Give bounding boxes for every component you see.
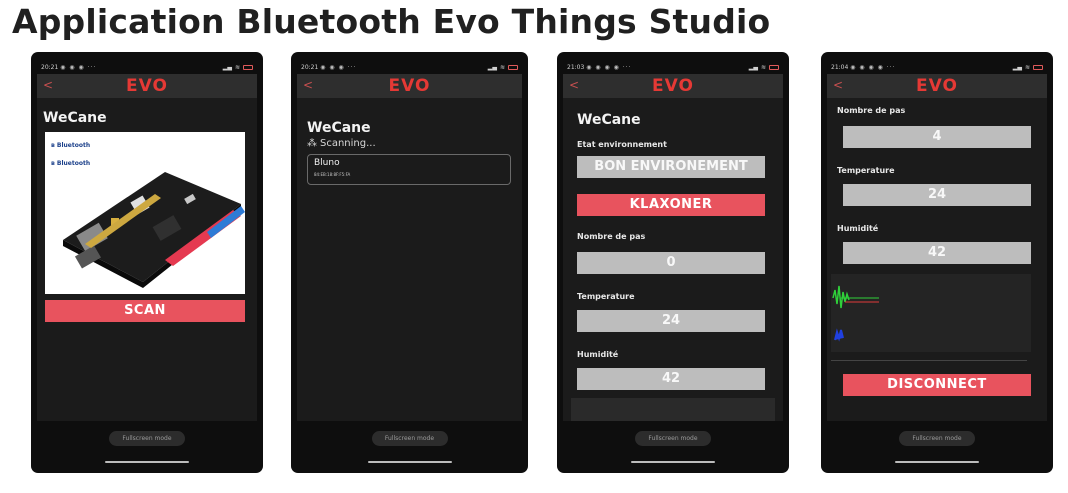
environment-label: Etat environnement [577,140,667,149]
app-content: Nombre de pas 4 Temperature 24 Humidité … [827,98,1047,421]
evo-logo: EVO [126,76,168,96]
app-bar: < EVO [827,74,1047,98]
battery-icon [769,64,779,70]
system-icons: ▂▄ ≋ [223,64,253,71]
horn-button[interactable]: KLAXONER [577,194,765,216]
app-content: WeCane Etat environnement BON ENVIRONEME… [563,98,783,421]
humidity-value: 42 [577,368,765,390]
temperature-value: 24 [843,184,1031,206]
signal-graph [831,274,1031,352]
notification-icons: ◉ ◉ ◉ ··· [60,63,97,71]
wifi-icon: ≋ [760,63,766,71]
status-time: 21:03 [567,63,585,71]
phone-screen-dashboard: 21:03 ◉ ◉ ◉ ◉ ··· ▂▄ ≋ < EVO WeCane Etat… [557,52,789,473]
system-icons: ▂▄ ≋ [749,64,779,71]
bluno-board-illustration [63,172,245,288]
status-bar: 20:21 ◉ ◉ ◉ ··· ▂▄ ≋ [291,60,528,74]
environment-value: BON ENVIRONEMENT [577,156,765,178]
graph-area [571,398,775,421]
signal-icon: ▂▄ [1012,63,1022,71]
fullscreen-mode-button[interactable]: Fullscreen mode [371,431,448,446]
status-time: 21:04 [831,63,849,71]
temperature-label: Temperature [577,292,635,301]
wifi-icon: ≋ [234,63,240,71]
back-arrow-icon[interactable]: < [303,78,313,92]
status-bar: 20:21 ◉ ◉ ◉ ··· ▂▄ ≋ [31,60,263,74]
notification-icons: ◉ ◉ ◉ ◉ ··· [586,63,632,71]
phone-screen-scan: 20:21 ◉ ◉ ◉ ··· ▂▄ ≋ < EVO WeCane ʙ Blue… [31,52,263,473]
evo-logo: EVO [652,76,694,96]
device-name: Bluno [314,158,340,168]
home-indicator[interactable] [895,461,979,463]
app-name: WeCane [43,110,107,126]
notification-icons: ◉ ◉ ◉ ◉ ··· [850,63,896,71]
scanning-status: ⁂ Scanning... [307,138,376,149]
signal-icon: ▂▄ [748,63,758,71]
back-arrow-icon[interactable]: < [833,78,843,92]
status-time: 20:21 [301,63,319,71]
device-list-item[interactable]: Bluno 84:EB:18:8F:F5:FA [307,154,511,185]
notification-icons: ◉ ◉ ◉ ··· [320,63,357,71]
wifi-icon: ≋ [499,63,505,71]
app-name: WeCane [577,112,641,128]
phone-screen-dashboard-scrolled: 21:04 ◉ ◉ ◉ ◉ ··· ▂▄ ≋ < EVO Nombre de p… [821,52,1053,473]
system-icons: ▂▄ ≋ [488,64,518,71]
arduino-board-image: ʙ Bluetooth ʙ Bluetooth [45,132,245,294]
scan-button[interactable]: SCAN [45,300,245,322]
app-bar: < EVO [563,74,783,98]
signal-icon: ▂▄ [487,63,497,71]
steps-label: Nombre de pas [837,106,906,115]
humidity-label: Humidité [837,224,879,233]
fullscreen-mode-button[interactable]: Fullscreen mode [635,431,711,446]
temperature-label: Temperature [837,166,895,175]
phone-screen-scanning: 20:21 ◉ ◉ ◉ ··· ▂▄ ≋ < EVO WeCane ⁂ Scan… [291,52,528,473]
humidity-value: 42 [843,242,1031,264]
signal-icon: ▂▄ [222,63,232,71]
app-name: WeCane [307,120,371,136]
waveform-plot [832,285,879,342]
status-bar: 21:04 ◉ ◉ ◉ ◉ ··· ▂▄ ≋ [821,60,1053,74]
fullscreen-mode-button[interactable]: Fullscreen mode [109,431,185,446]
temperature-value: 24 [577,310,765,332]
battery-icon [243,64,253,70]
home-indicator[interactable] [631,461,715,463]
back-arrow-icon[interactable]: < [569,78,579,92]
steps-value: 0 [577,252,765,274]
slide-title: Application Bluetooth Evo Things Studio [12,2,771,41]
humidity-label: Humidité [577,350,619,359]
app-bar: < EVO [37,74,257,98]
app-content: WeCane ʙ Bluetooth ʙ Bluetooth SCAN [37,98,257,421]
system-icons: ▂▄ ≋ [1013,64,1043,71]
disconnect-button[interactable]: DISCONNECT [843,374,1031,396]
evo-logo: EVO [388,76,431,96]
home-indicator[interactable] [367,461,452,463]
battery-icon [1033,64,1043,70]
app-bar: < EVO [297,74,522,98]
fullscreen-mode-button[interactable]: Fullscreen mode [899,431,975,446]
steps-value: 4 [843,126,1031,148]
status-bar: 21:03 ◉ ◉ ◉ ◉ ··· ▂▄ ≋ [557,60,789,74]
wifi-icon: ≋ [1024,63,1030,71]
battery-icon [508,64,518,70]
device-address: 84:EB:18:8F:F5:FA [314,172,351,177]
steps-label: Nombre de pas [577,232,646,241]
divider [831,360,1027,361]
status-time: 20:21 [41,63,59,71]
spinner-icon: ⁂ [307,138,317,149]
app-content: WeCane ⁂ Scanning... Bluno 84:EB:18:8F:F… [297,98,522,421]
home-indicator[interactable] [105,461,189,463]
back-arrow-icon[interactable]: < [43,78,53,92]
evo-logo: EVO [916,76,958,96]
